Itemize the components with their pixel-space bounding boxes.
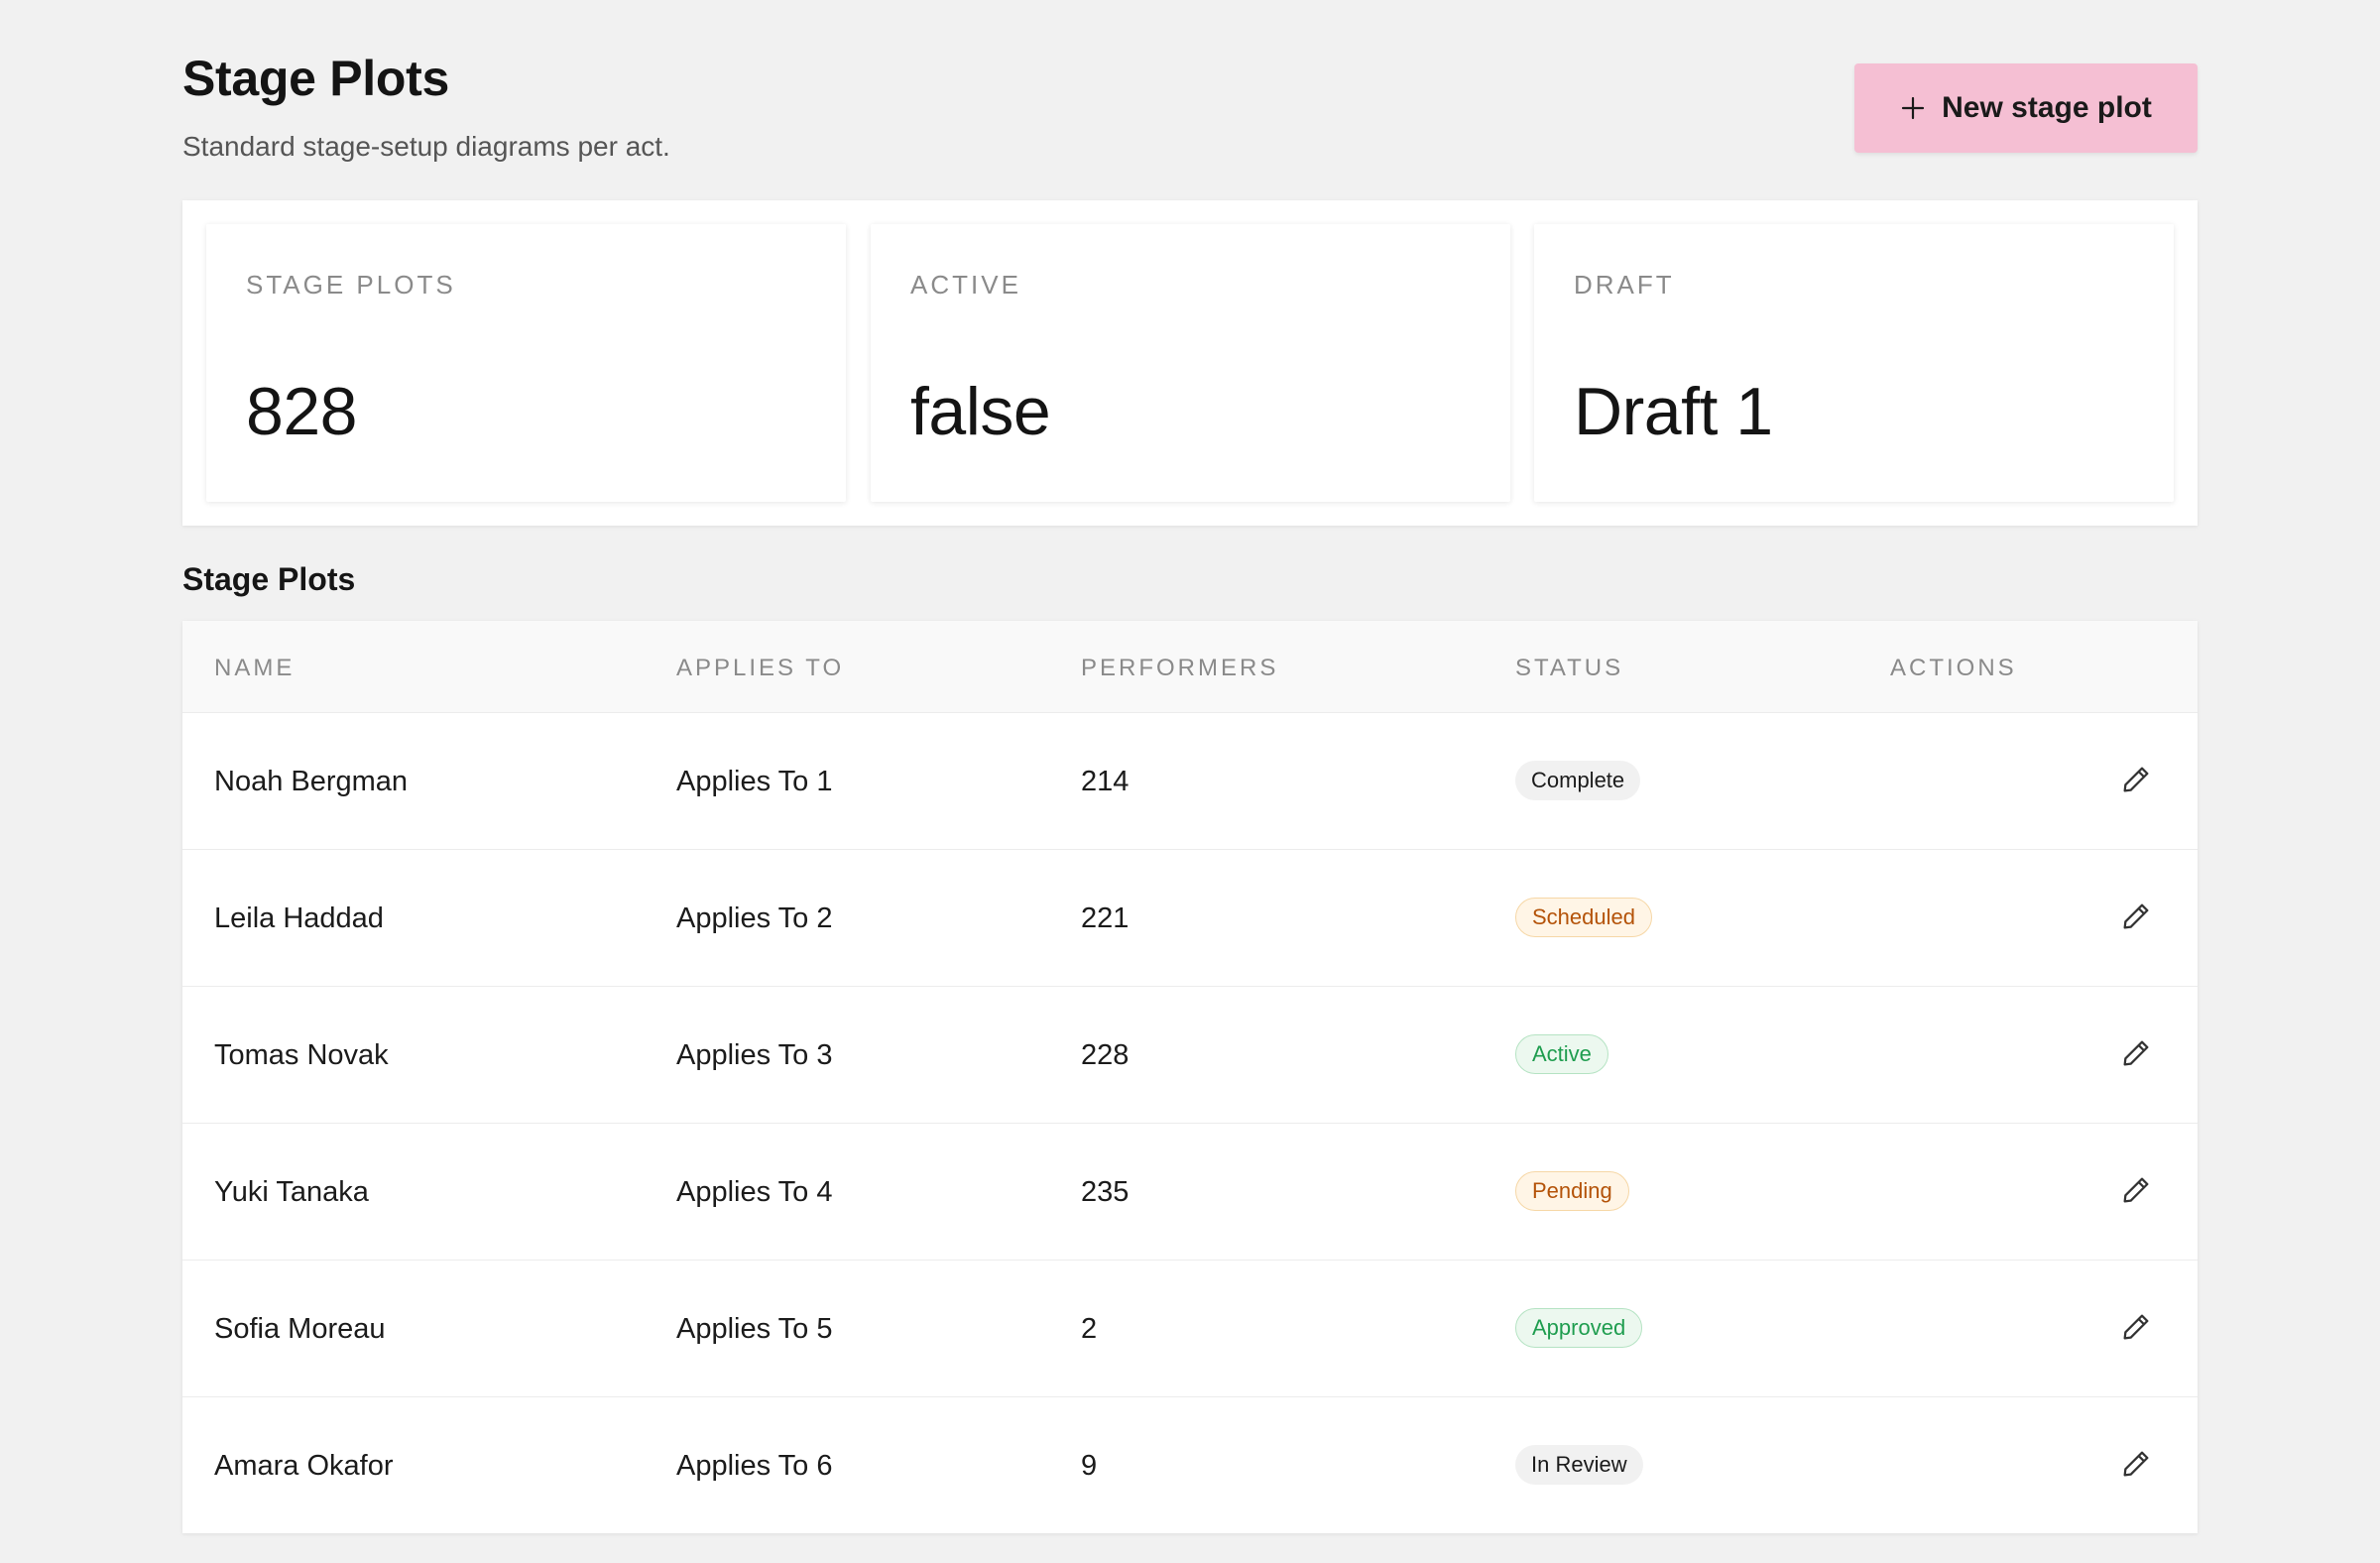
cell-name: Leila Haddad — [214, 902, 384, 934]
table-row[interactable]: Sofia Moreau Applies To 5 2 Approved — [182, 1260, 2198, 1397]
stat-label: STAGE PLOTS — [246, 270, 456, 300]
table-row[interactable]: Amara Okafor Applies To 6 9 In Review — [182, 1396, 2198, 1534]
table-row[interactable]: Tomas Novak Applies To 3 228 Active — [182, 986, 2198, 1124]
column-header-performers[interactable]: PERFORMERS — [1081, 655, 1278, 682]
pencil-icon — [2123, 767, 2149, 791]
column-header-applies-to[interactable]: APPLIES TO — [676, 655, 844, 682]
stat-label: DRAFT — [1574, 270, 1675, 300]
page: Stage Plots Standard stage-setup diagram… — [182, 0, 2198, 1533]
pencil-icon — [2123, 1451, 2149, 1476]
plus-icon — [1902, 96, 1925, 120]
edit-button[interactable] — [2118, 1036, 2154, 1072]
cell-name: Tomas Novak — [214, 1039, 389, 1071]
stat-card-stage-plots: STAGE PLOTS 828 — [206, 224, 846, 502]
pencil-icon — [2123, 903, 2149, 928]
cell-applies-to: Applies To 2 — [676, 902, 833, 934]
cell-applies-to: Applies To 6 — [676, 1450, 833, 1482]
page-title: Stage Plots — [182, 51, 449, 106]
stat-card-draft: DRAFT Draft 1 — [1534, 224, 2174, 502]
cell-applies-to: Applies To 4 — [676, 1176, 833, 1208]
stage-plots-table: NAME APPLIES TO PERFORMERS STATUS ACTION… — [182, 621, 2198, 1533]
status-badge: Active — [1515, 1034, 1608, 1074]
page-subtitle: Standard stage-setup diagrams per act. — [182, 131, 670, 162]
table-row[interactable]: Noah Bergman Applies To 1 214 Complete — [182, 712, 2198, 850]
edit-button[interactable] — [2118, 900, 2154, 935]
status-badge: Approved — [1515, 1308, 1643, 1348]
cell-name: Noah Bergman — [214, 766, 409, 797]
edit-button[interactable] — [2118, 1173, 2154, 1209]
stat-value: false — [910, 374, 1051, 449]
stat-card-active: ACTIVE false — [871, 224, 1510, 502]
column-header-status[interactable]: STATUS — [1515, 655, 1623, 682]
table-row[interactable]: Yuki Tanaka Applies To 4 235 Pending — [182, 1123, 2198, 1261]
stat-value: Draft 1 — [1574, 374, 1773, 449]
cell-applies-to: Applies To 5 — [676, 1313, 833, 1345]
cell-name: Sofia Moreau — [214, 1313, 386, 1345]
status-badge: In Review — [1515, 1445, 1643, 1485]
cell-applies-to: Applies To 3 — [676, 1039, 833, 1071]
edit-button[interactable] — [2118, 763, 2154, 798]
pencil-icon — [2123, 1177, 2149, 1202]
cell-performers: 221 — [1081, 902, 1130, 934]
new-stage-plot-button[interactable]: New stage plot — [1854, 63, 2198, 153]
cell-performers: 214 — [1081, 766, 1130, 797]
new-stage-plot-label: New stage plot — [1942, 91, 2152, 124]
page-header: Stage Plots Standard stage-setup diagram… — [182, 0, 2198, 198]
edit-button[interactable] — [2118, 1310, 2154, 1346]
cell-performers: 235 — [1081, 1176, 1130, 1208]
cell-performers: 228 — [1081, 1039, 1130, 1071]
status-badge: Scheduled — [1515, 898, 1652, 937]
cell-name: Amara Okafor — [214, 1450, 394, 1482]
cell-performers: 9 — [1081, 1450, 1098, 1482]
pencil-icon — [2123, 1314, 2149, 1339]
stat-value: 828 — [246, 374, 357, 449]
table-row[interactable]: Leila Haddad Applies To 2 221 Scheduled — [182, 849, 2198, 987]
column-header-actions: ACTIONS — [1890, 655, 2017, 681]
section-title: Stage Plots — [182, 561, 356, 597]
stats-panel: STAGE PLOTS 828 ACTIVE false DRAFT Draft… — [182, 200, 2198, 526]
status-badge: Complete — [1515, 761, 1641, 800]
column-header-name[interactable]: NAME — [214, 655, 295, 682]
cell-applies-to: Applies To 1 — [676, 766, 833, 797]
table-header: NAME APPLIES TO PERFORMERS STATUS ACTION… — [182, 621, 2198, 712]
status-badge: Pending — [1515, 1171, 1629, 1211]
stat-label: ACTIVE — [910, 270, 1021, 300]
cell-name: Yuki Tanaka — [214, 1176, 369, 1208]
edit-button[interactable] — [2118, 1447, 2154, 1483]
pencil-icon — [2123, 1040, 2149, 1065]
cell-performers: 2 — [1081, 1313, 1098, 1345]
